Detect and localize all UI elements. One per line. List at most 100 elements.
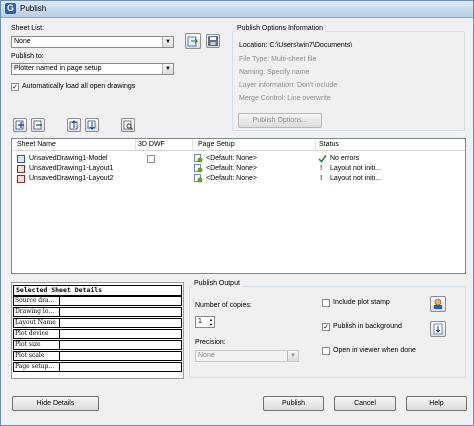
details-value (59, 296, 182, 306)
copies-value: 1 (198, 318, 202, 325)
selected-sheet-details: Selected Sheet Details Source dra... Dra… (11, 282, 184, 379)
details-key: Page setup... (13, 362, 60, 372)
page-setup-icon (194, 164, 203, 173)
publish-to-select[interactable]: Plotter named in page setup ▼ (11, 63, 174, 75)
copies-stepper[interactable]: 1 ▲ ▼ (195, 316, 215, 328)
info-layer: Layer information: Don't include (239, 82, 338, 89)
publish-background-checkbox[interactable]: ✓ (322, 323, 330, 331)
details-row: Plot scale (13, 351, 182, 361)
info-location: Location: C:\Users\win7\Documents\ (239, 42, 353, 49)
window-title: Publish (20, 4, 47, 13)
save-sheet-list-button[interactable] (206, 34, 220, 48)
plot-stamp-label[interactable]: Include plot stamp (333, 299, 390, 306)
publish-dialog: G Publish Sheet List: None ▼ Publish to:… (0, 0, 474, 426)
details-row: Source dra... (13, 296, 182, 306)
details-value (59, 362, 182, 372)
details-row: Layout Name (13, 318, 182, 328)
precision-select[interactable]: None ▼ (195, 350, 299, 362)
3d-dwf-checkbox[interactable] (147, 155, 155, 163)
publish-output-title: Publish Output (192, 280, 242, 287)
column-header-sheet-name[interactable]: Sheet Name (17, 141, 56, 148)
publish-button[interactable]: Publish (263, 396, 324, 411)
remove-sheets-button[interactable] (31, 118, 45, 132)
page-setup-icon (194, 154, 203, 163)
copies-label: Number of copies: (195, 302, 252, 309)
column-divider[interactable] (192, 139, 193, 151)
add-sheets-button[interactable] (13, 118, 27, 132)
details-row: Page setup... (13, 362, 182, 372)
chevron-down-icon[interactable]: ▼ (208, 322, 214, 327)
layout-sheet-icon (17, 175, 25, 183)
info-merge-control: Merge Control: Line overwrite (239, 95, 331, 102)
auto-load-label[interactable]: Automatically load all open drawings (22, 83, 135, 90)
load-sheet-list-icon (187, 36, 199, 47)
details-value (59, 318, 182, 328)
details-key: Source dra... (13, 296, 60, 306)
plot-stamp-settings-button[interactable] (430, 296, 446, 312)
status-value: Layout not initi... (330, 165, 381, 172)
sheet-list-label: Sheet List: (11, 25, 45, 32)
hide-details-button[interactable]: Hide Details (12, 396, 99, 411)
open-viewer-label[interactable]: Open in viewer when done (333, 347, 416, 354)
publish-options-button[interactable]: Publish Options... (238, 113, 322, 128)
model-sheet-icon (17, 155, 25, 163)
remove-sheets-icon (33, 120, 42, 130)
check-icon (318, 155, 327, 163)
add-sheets-icon (15, 120, 24, 130)
save-sheet-list-icon (208, 36, 218, 46)
app-logo-icon: G (5, 3, 16, 14)
background-settings-button[interactable] (430, 321, 446, 337)
sheet-list-select[interactable]: None ▼ (11, 36, 174, 48)
table-row[interactable]: UnsavedDrawing1-Layout1 <Default: None> … (12, 164, 465, 174)
column-header-3d-dwf[interactable]: 3D DWF (138, 141, 165, 148)
details-value (59, 340, 182, 350)
cancel-button[interactable]: Cancel (334, 396, 396, 411)
info-naming: Naming: Specify name (239, 69, 310, 76)
column-header-page-setup[interactable]: Page Setup (198, 141, 235, 148)
auto-load-checkbox[interactable]: ✓ (11, 83, 19, 91)
details-row: Plot device (13, 329, 182, 339)
publish-background-label[interactable]: Publish in background (333, 323, 402, 330)
details-row: Plot size (13, 340, 182, 350)
table-row[interactable]: UnsavedDrawing1-Layout2 <Default: None> … (12, 174, 465, 184)
exclamation-icon: ! (320, 165, 323, 172)
download-arrow-icon (433, 323, 443, 335)
details-key: Plot device (13, 329, 60, 339)
preview-button[interactable] (121, 118, 135, 132)
page-setup-value: <Default: None> (206, 165, 257, 172)
open-viewer-checkbox[interactable] (322, 347, 330, 355)
column-header-status[interactable]: Status (319, 141, 339, 148)
list-header: Sheet Name 3D DWF Page Setup Status (12, 139, 465, 151)
exclamation-icon: ! (320, 175, 323, 182)
page-setup-value: <Default: None> (206, 155, 257, 162)
preview-icon (123, 120, 133, 130)
stamp-settings-icon (434, 298, 442, 309)
details-row: Drawing lo... (13, 307, 182, 317)
sheet-list-value: None (14, 38, 31, 45)
column-divider[interactable] (135, 139, 136, 151)
details-value (59, 307, 182, 317)
publish-options-info-title: Publish Options Information (235, 25, 325, 32)
table-row[interactable]: UnsavedDrawing1-Model <Default: None> No… (12, 154, 465, 164)
details-value (59, 351, 182, 361)
layout-sheet-icon (17, 165, 25, 173)
page-setup-icon (194, 174, 203, 183)
sheet-name: UnsavedDrawing1-Layout2 (29, 175, 114, 182)
page-setup-value: <Default: None> (206, 175, 257, 182)
load-sheet-list-button[interactable] (185, 33, 201, 49)
help-button[interactable]: Help (406, 396, 467, 411)
details-key: Drawing lo... (13, 307, 60, 317)
move-sheet-down-button[interactable] (85, 118, 99, 132)
status-value: Layout not initi... (330, 175, 381, 182)
sheet-name: UnsavedDrawing1-Layout1 (29, 165, 114, 172)
column-divider[interactable] (315, 139, 316, 151)
plot-stamp-checkbox[interactable] (322, 299, 330, 307)
chevron-down-icon: ▼ (162, 37, 173, 47)
details-title: Selected Sheet Details (13, 285, 182, 296)
sheet-name: UnsavedDrawing1-Model (29, 155, 108, 162)
title-bar[interactable]: G Publish (1, 1, 473, 18)
move-sheet-up-button[interactable] (67, 118, 81, 132)
sheet-list-view[interactable]: Sheet Name 3D DWF Page Setup Status Unsa… (11, 138, 466, 274)
info-file-type: File Type: Multi-sheet file (239, 56, 317, 63)
details-key: Layout Name (13, 318, 60, 328)
